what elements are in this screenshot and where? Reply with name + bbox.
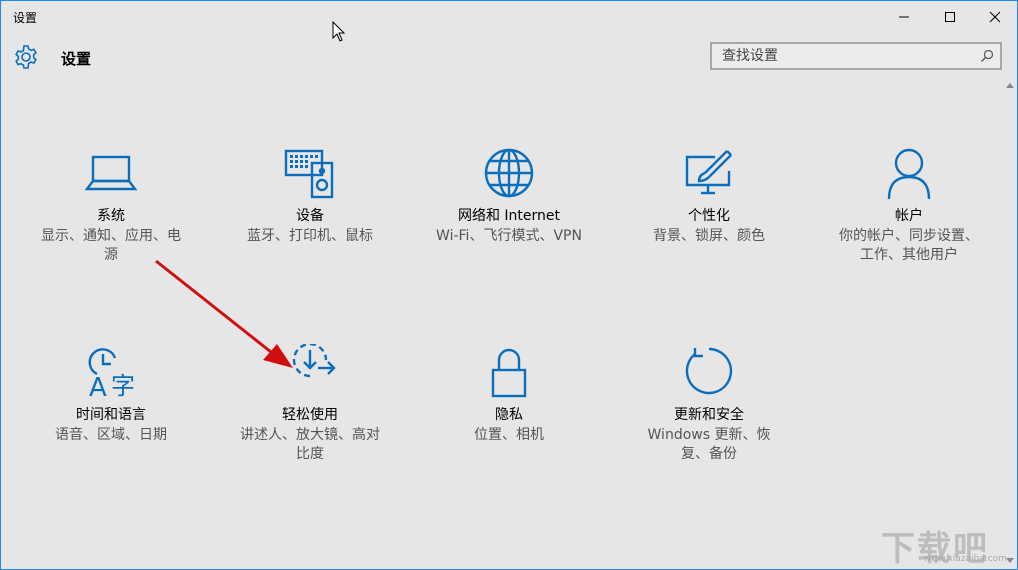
tile-desc-line: 语音、区域、日期	[55, 427, 167, 443]
tile-desc: 背景、锁屏、颜色	[619, 227, 799, 246]
window-title: 设置	[13, 11, 38, 25]
tile-update-security[interactable]: 更新和安全 Windows 更新、恢 复、备份	[619, 344, 799, 464]
scrollbar[interactable]	[1005, 83, 1015, 563]
search-input[interactable]	[712, 44, 982, 68]
tile-name: 系统	[97, 208, 125, 224]
tile-desc-line: 背景、锁屏、颜色	[653, 228, 765, 244]
tile-desc: 你的帐户、同步设置、 工作、其他用户	[819, 227, 999, 265]
tile-desc-line: 工作、其他用户	[860, 247, 958, 263]
page-title: 设置	[61, 50, 92, 68]
tile-system[interactable]: 系统 显示、通知、应用、电 源	[21, 145, 201, 265]
settings-window: 设置 设置 系	[0, 0, 1018, 570]
search-box[interactable]	[710, 42, 1002, 70]
tile-privacy[interactable]: 隐私 位置、相机	[419, 344, 599, 445]
tile-desc: 位置、相机	[419, 426, 599, 445]
tile-desc-line: 显示、通知、应用、电	[41, 228, 181, 244]
laptop-icon	[84, 155, 138, 191]
maximize-button[interactable]	[927, 1, 973, 33]
devices-icon	[284, 149, 334, 199]
close-icon	[989, 11, 1001, 23]
tile-name: 隐私	[495, 407, 523, 423]
tile-personalization[interactable]: 个性化 背景、锁屏、颜色	[619, 145, 799, 246]
close-button[interactable]	[972, 1, 1018, 33]
watermark-logo: 下载吧 www.xiazaiba.com	[881, 521, 1011, 569]
letter-a-glyph: A	[89, 373, 107, 400]
tile-desc: 蓝牙、打印机、鼠标	[220, 227, 400, 246]
tile-name: 网络和 Internet	[457, 208, 561, 224]
tile-accounts[interactable]: 帐户 你的帐户、同步设置、 工作、其他用户	[819, 145, 999, 265]
mouse-cursor-icon	[332, 21, 346, 42]
tile-desc-line: 讲述人、放大镜、高对	[240, 427, 380, 443]
person-icon	[887, 148, 931, 200]
globe-icon	[484, 148, 534, 198]
tile-desc: Wi-Fi、飞行模式、VPN	[419, 227, 599, 246]
minimize-icon	[899, 16, 909, 18]
minimize-button[interactable]	[881, 1, 927, 33]
title-bar[interactable]: 设置	[1, 1, 1017, 33]
tile-desc: Windows 更新、恢 复、备份	[619, 426, 799, 464]
tile-desc-line: 你的帐户、同步设置、	[839, 228, 979, 244]
tile-desc-line: 蓝牙、打印机、鼠标	[247, 228, 373, 244]
lock-icon	[491, 348, 527, 398]
zi-glyph: 字	[111, 372, 135, 400]
tile-name: 更新和安全	[674, 407, 744, 423]
maximize-icon	[945, 12, 955, 22]
tile-name: 轻松使用	[282, 407, 338, 423]
tile-name: 个性化	[688, 208, 730, 224]
tile-name: 时间和语言	[76, 407, 146, 423]
tile-desc-line: Windows 更新、恢	[647, 427, 771, 443]
tile-name: 设备	[296, 208, 324, 224]
tile-desc-line: 复、备份	[681, 446, 737, 462]
watermark-url: www.xiazaiba.com	[923, 554, 1007, 564]
search-icon[interactable]	[980, 49, 994, 63]
annotation-arrow-icon	[155, 259, 293, 368]
gear-icon[interactable]	[13, 44, 39, 70]
tile-desc-line: Wi-Fi、飞行模式、VPN	[436, 228, 582, 244]
update-icon	[685, 347, 733, 395]
personalization-icon	[685, 150, 732, 195]
tile-network[interactable]: 网络和 Internet Wi-Fi、飞行模式、VPN	[419, 145, 599, 246]
tile-desc: 讲述人、放大镜、高对 比度	[220, 426, 400, 464]
tile-name: 帐户	[895, 208, 923, 224]
tile-desc-line: 比度	[296, 446, 324, 462]
scroll-up-icon[interactable]	[1006, 83, 1014, 88]
tile-desc: 语音、区域、日期	[21, 426, 201, 445]
time-language-icon: A 字	[88, 348, 135, 400]
tile-devices[interactable]: 设备 蓝牙、打印机、鼠标	[220, 145, 400, 246]
tile-desc-line: 位置、相机	[474, 427, 544, 443]
